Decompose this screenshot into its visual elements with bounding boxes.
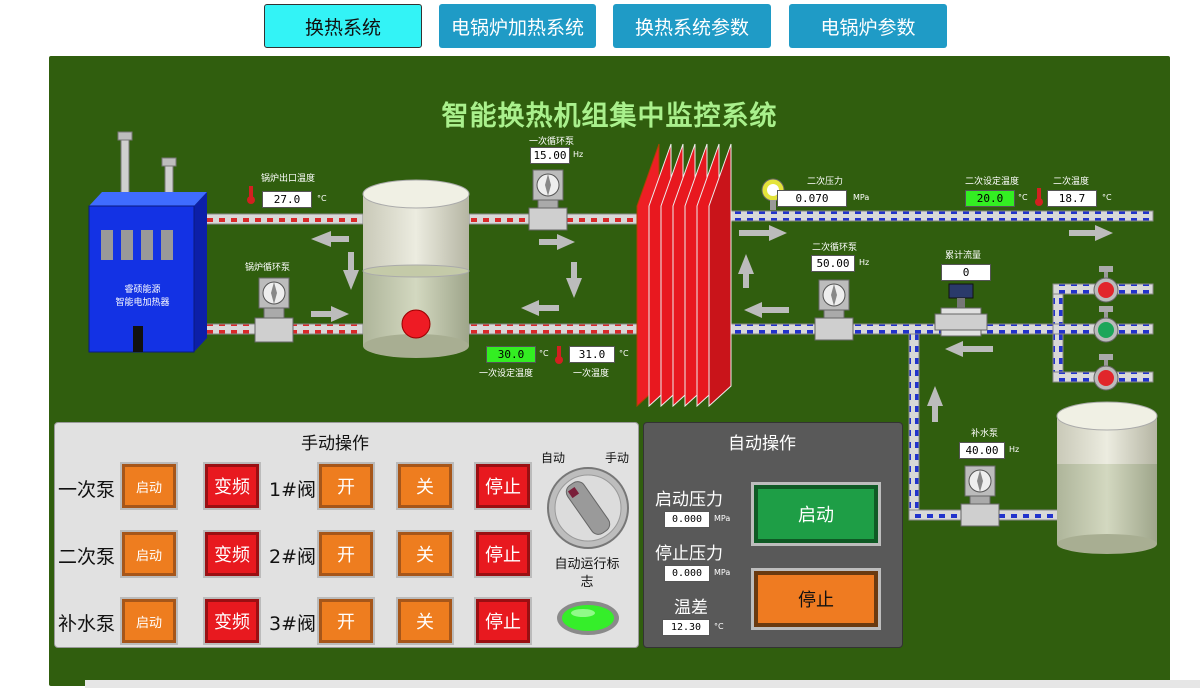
tab-heat-exchange-params[interactable]: 换热系统参数 bbox=[613, 4, 771, 48]
secondary-temp-label: 二次温度 bbox=[1053, 177, 1090, 187]
boiler-outlet-temp-unit: °C bbox=[317, 194, 327, 203]
manual-operation-panel: 手动操作 一次泵 启动 变频 1#阀 开 关 停止 二次泵 启动 变频 2#阀 … bbox=[54, 422, 639, 648]
secondary-temp-unit: °C bbox=[1102, 193, 1112, 202]
makeup-pump-unit: Hz bbox=[1009, 445, 1020, 454]
flow-meter bbox=[934, 283, 988, 337]
makeup-pump-label: 补水泵 bbox=[971, 429, 999, 439]
tab-electric-boiler-params[interactable]: 电锅炉参数 bbox=[789, 4, 947, 48]
valve-1-open-button[interactable]: 开 bbox=[319, 464, 373, 508]
valve-3-open-button[interactable]: 开 bbox=[319, 599, 373, 643]
hot-pipe-lower-right bbox=[468, 323, 638, 335]
boiler-outlet-temp-label: 锅炉出口温度 bbox=[261, 174, 316, 184]
cold-pipe-makeup-vertical bbox=[908, 333, 920, 515]
monitor-scene: 智能换热机组集中监控系统 睿硕能源 智能电加热器 锅炉出口温度 27.0 °C … bbox=[49, 56, 1170, 686]
row-label-valve-1: 1#阀 bbox=[269, 479, 317, 501]
manual-panel-title: 手动操作 bbox=[301, 434, 369, 454]
primary-temp-value: 31.0 bbox=[569, 346, 615, 363]
valve-1-close-button[interactable]: 关 bbox=[398, 464, 452, 508]
horizontal-scrollbar[interactable] bbox=[85, 680, 1200, 688]
boiler-brand: 睿硕能源 智能电加热器 bbox=[115, 285, 170, 308]
primary-pump-freq: 15.00 bbox=[530, 147, 570, 164]
cold-pipe-return bbox=[730, 323, 1054, 335]
row-label-makeup-pump: 补水泵 bbox=[58, 613, 116, 635]
makeup-pump-freq: 40.00 bbox=[959, 442, 1005, 459]
valve-3-stop-button[interactable]: 停止 bbox=[476, 599, 530, 643]
primary-pump-unit: Hz bbox=[573, 150, 584, 159]
auto-panel-title: 自动操作 bbox=[728, 434, 796, 454]
makeup-pump-vfd-button[interactable]: 变频 bbox=[205, 599, 259, 643]
tank-status-light bbox=[401, 309, 431, 339]
auto-run-indicator-light bbox=[557, 601, 619, 635]
knob-manual-label: 手动 bbox=[605, 451, 630, 465]
valve-2-close-button[interactable]: 关 bbox=[398, 532, 452, 576]
boiler-pump bbox=[254, 277, 294, 343]
secondary-pump bbox=[814, 279, 854, 341]
start-pressure-value: 0.000 bbox=[664, 511, 710, 528]
row-label-secondary-pump: 二次泵 bbox=[58, 546, 116, 568]
primary-pump-vfd-button[interactable]: 变频 bbox=[205, 464, 259, 508]
makeup-pump bbox=[960, 465, 1000, 527]
valve-1 bbox=[1093, 266, 1119, 303]
primary-pump bbox=[528, 169, 568, 231]
valve-2-open-button[interactable]: 开 bbox=[319, 532, 373, 576]
cold-pipe-supply bbox=[730, 210, 1154, 222]
stop-pressure-unit: MPa bbox=[714, 568, 731, 577]
temp-diff-unit: °C bbox=[714, 622, 724, 631]
auto-manual-selector-knob[interactable] bbox=[545, 465, 631, 551]
makeup-pump-start-button[interactable]: 启动 bbox=[122, 599, 176, 643]
valve-3-close-button[interactable]: 关 bbox=[398, 599, 452, 643]
row-label-valve-3: 3#阀 bbox=[269, 613, 317, 635]
start-pressure-unit: MPa bbox=[714, 514, 731, 523]
start-pressure-label: 启动压力 bbox=[655, 490, 723, 510]
secondary-pump-freq: 50.00 bbox=[811, 255, 855, 272]
valve-1-stop-button[interactable]: 停止 bbox=[476, 464, 530, 508]
flow-total-value: 0 bbox=[941, 264, 991, 281]
secondary-set-temp-label: 二次设定温度 bbox=[965, 177, 1020, 187]
auto-operation-panel: 自动操作 启动压力 0.000 MPa 停止压力 0.000 MPa 温差 12… bbox=[643, 422, 903, 648]
auto-stop-button[interactable]: 停止 bbox=[754, 571, 878, 627]
flow-total-label: 累计流量 bbox=[945, 251, 982, 261]
secondary-pressure-value: 0.070 bbox=[777, 190, 847, 207]
hot-pipe-upper-left bbox=[196, 213, 364, 225]
boiler-outlet-temp-value: 27.0 bbox=[262, 191, 312, 208]
stop-pressure-value: 0.000 bbox=[664, 565, 710, 582]
primary-pump-start-button[interactable]: 启动 bbox=[122, 464, 176, 508]
primary-set-temp-value: 30.0 bbox=[486, 346, 536, 363]
plate-heat-exchanger bbox=[636, 143, 732, 408]
valve-2-stop-button[interactable]: 停止 bbox=[476, 532, 530, 576]
auto-start-button[interactable]: 启动 bbox=[754, 485, 878, 543]
secondary-temp-value: 18.7 bbox=[1047, 190, 1097, 207]
secondary-pump-vfd-button[interactable]: 变频 bbox=[205, 532, 259, 576]
stop-pressure-label: 停止压力 bbox=[655, 544, 723, 564]
tab-electric-boiler-heating[interactable]: 电锅炉加热系统 bbox=[439, 4, 596, 48]
tab-heat-exchange-system[interactable]: 换热系统 bbox=[264, 4, 422, 48]
secondary-pump-label: 二次循环泵 bbox=[812, 243, 858, 253]
primary-temp-unit: °C bbox=[619, 349, 629, 358]
secondary-pump-unit: Hz bbox=[859, 258, 870, 267]
row-label-valve-2: 2#阀 bbox=[269, 546, 317, 568]
boiler-pump-label: 锅炉循环泵 bbox=[245, 263, 291, 273]
auto-run-flag-label: 自动运行标志 bbox=[554, 557, 620, 590]
row-label-primary-pump: 一次泵 bbox=[58, 479, 116, 501]
primary-set-temp-unit: °C bbox=[539, 349, 549, 358]
secondary-set-temp-value: 20.0 bbox=[965, 190, 1015, 207]
knob-auto-label: 自动 bbox=[541, 451, 566, 465]
temp-diff-label: 温差 bbox=[674, 598, 708, 618]
secondary-pressure-label: 二次压力 bbox=[807, 177, 844, 187]
primary-pump-label: 一次循环泵 bbox=[529, 137, 575, 147]
primary-temp-label: 一次温度 bbox=[573, 369, 610, 379]
valve-2 bbox=[1093, 306, 1119, 343]
primary-set-temp-label: 一次设定温度 bbox=[479, 369, 534, 379]
valve-3 bbox=[1093, 354, 1119, 391]
secondary-pressure-unit: MPa bbox=[853, 193, 870, 202]
secondary-pump-start-button[interactable]: 启动 bbox=[122, 532, 176, 576]
secondary-set-temp-unit: °C bbox=[1018, 193, 1028, 202]
temp-diff-value: 12.30 bbox=[662, 619, 710, 636]
